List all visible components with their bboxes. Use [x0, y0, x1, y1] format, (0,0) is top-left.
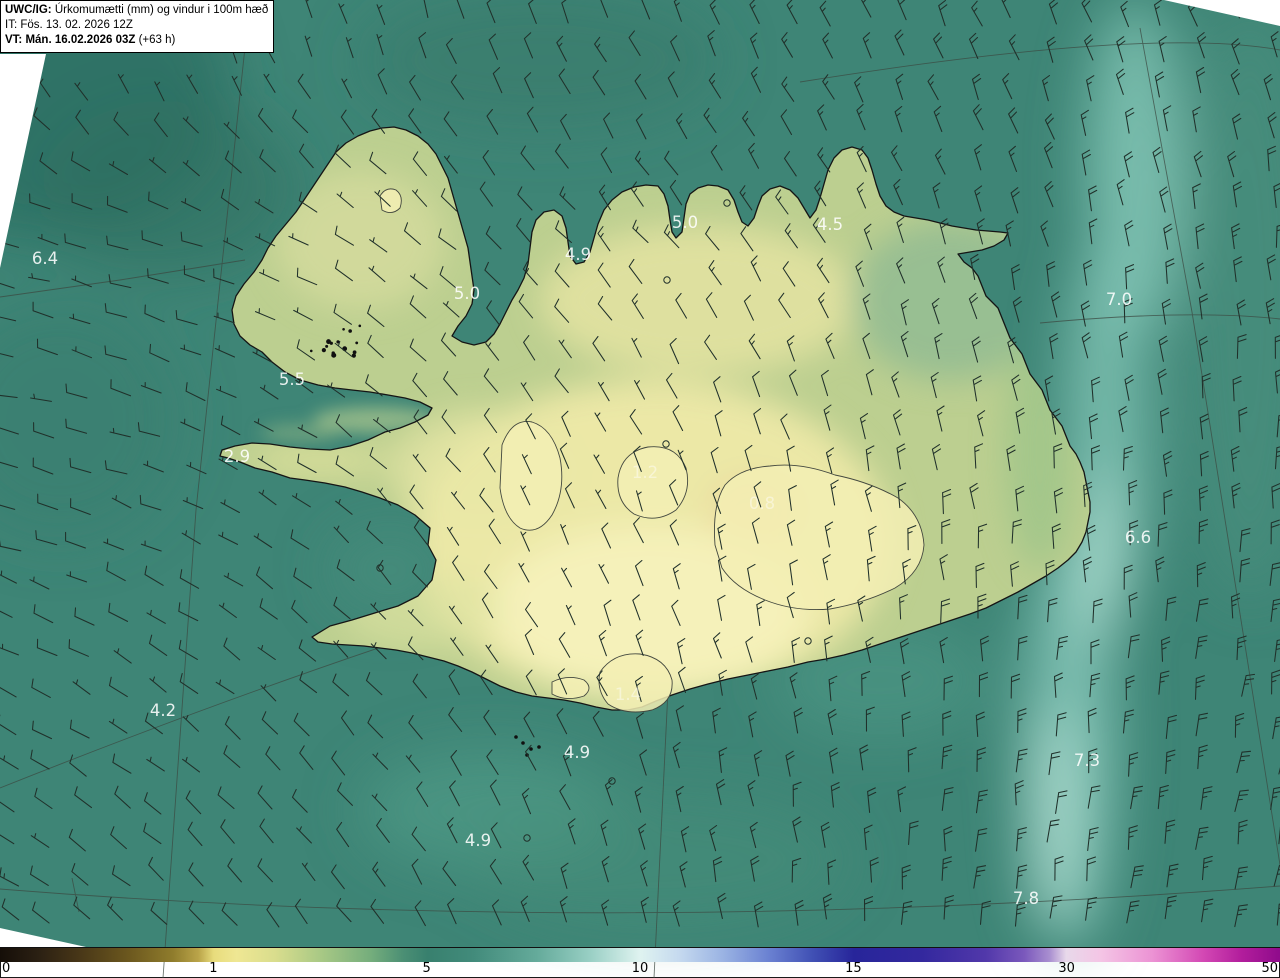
- skerry-dot: [325, 344, 329, 348]
- contour-label: 1.2: [632, 463, 658, 482]
- contour-label: 0.8: [749, 494, 775, 513]
- contour-label: 7.0: [1106, 290, 1132, 309]
- product-description: Úrkomumætti (mm) og vindur i 100m hæð: [51, 4, 269, 16]
- skerry-dot: [329, 341, 333, 345]
- skerry-dot: [351, 353, 356, 358]
- title-line-valid-time: VT: Mán. 16.02.2026 03Z (+63 h): [5, 33, 268, 48]
- contour-label: 5.0: [672, 213, 698, 232]
- eyjafjallajokull-glacier: [551, 677, 590, 699]
- skerry-dot: [321, 348, 326, 353]
- skerry-dot: [309, 349, 313, 353]
- contour-label: 6.4: [32, 249, 58, 268]
- contour-label: 4.5: [817, 215, 843, 234]
- skerry-dot: [331, 351, 335, 355]
- title-box: UWC/IG: Úrkomumætti (mm) og vindur i 100…: [0, 0, 275, 53]
- contour-label: 5.5: [279, 370, 305, 389]
- title-line-init-time: IT: Fös. 13. 02. 2026 12Z: [5, 19, 133, 32]
- valid-time: VT: Mán. 16.02.2026 03Z: [5, 34, 136, 47]
- skerry-dot: [352, 350, 357, 355]
- contour-label: 1.4: [615, 685, 641, 704]
- colorbar-tick-labels: 0 1 5 10 15 30 50: [0, 961, 1280, 978]
- vestmannaeyjar-islet: [529, 747, 533, 751]
- colorbar-tick: 10: [631, 961, 649, 976]
- title-line-product: UWC/IG: Úrkomumætti (mm) og vindur i 100…: [5, 3, 268, 18]
- colorbar-tick: 15: [845, 961, 862, 976]
- colorbar-tick: 5: [422, 961, 431, 976]
- contour-label: 6.6: [1125, 528, 1151, 547]
- weather-map-page: 6.4 5.0 4.9 5.0 4.5 7.0 5.5 2.9 1.2 0.8 6.6 4.2 1.4 4…: [0, 0, 1280, 978]
- colorbar-tick: 30: [1058, 961, 1075, 976]
- contour-label: 4.9: [565, 245, 591, 264]
- valid-offset: (+63 h): [135, 34, 176, 47]
- contour-label: 2.9: [224, 447, 250, 466]
- drangajokull-glacier: [379, 188, 402, 213]
- contour-label: 4.9: [465, 831, 491, 850]
- contour-label: 4.2: [150, 701, 176, 720]
- hofsjokull-glacier: [617, 446, 689, 519]
- contour-label: 7.8: [1013, 889, 1039, 908]
- product-id: UWC/IG:: [5, 4, 52, 16]
- contour-label: 5.0: [454, 284, 480, 303]
- contour-label: 4.9: [564, 743, 590, 762]
- skerry-dot: [342, 328, 345, 331]
- skerry-dot: [358, 324, 362, 328]
- skerry-dot: [355, 341, 359, 345]
- iceland-precipitation-wind-map: 6.4 5.0 4.9 5.0 4.5 7.0 5.5 2.9 1.2 0.8 6.6 4.2 1.4 4…: [0, 0, 1280, 978]
- precipitation-colorbar: [0, 947, 1280, 962]
- vestmannaeyjar-islet: [537, 745, 541, 749]
- vestmannaeyjar-islet: [521, 741, 525, 745]
- skerry-dot: [348, 329, 352, 333]
- vestmannaeyjar-islet: [514, 735, 518, 739]
- colorbar-tick: 50: [1261, 961, 1278, 976]
- contour-label: 7.3: [1074, 751, 1100, 770]
- colorbar-tick: 1: [209, 961, 218, 976]
- colorbar-tick: 0: [2, 961, 11, 976]
